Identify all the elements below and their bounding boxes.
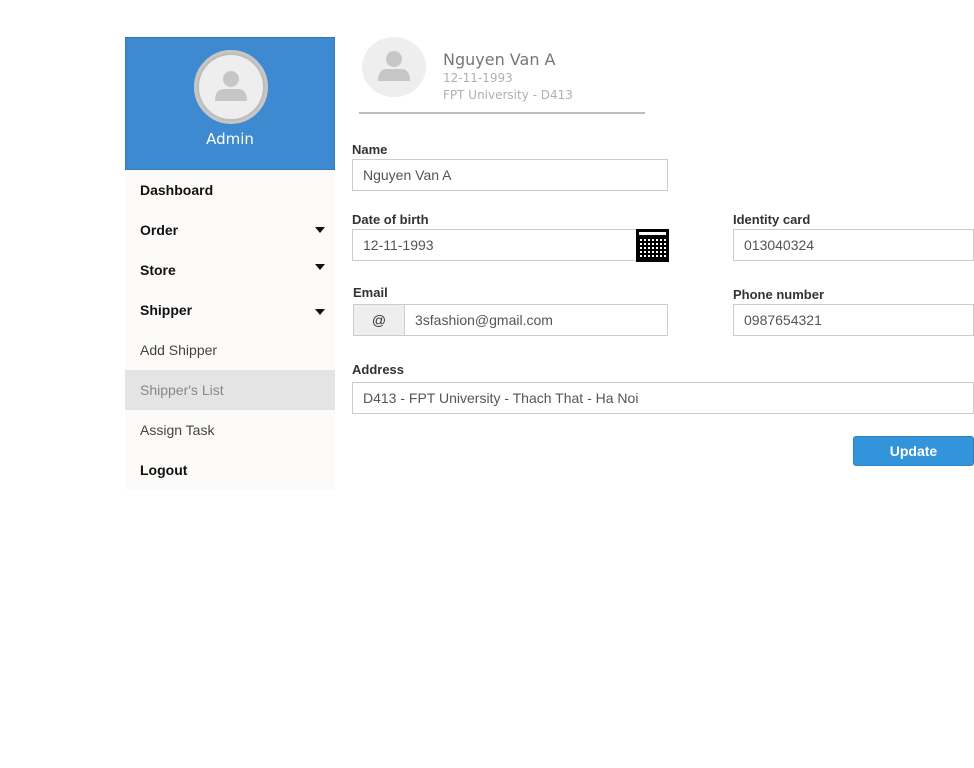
page: Admin Dashboard Order Store Shipper Add … [0,0,974,768]
calendar-icon[interactable] [636,229,669,262]
user-icon [199,55,263,119]
sidebar-item-shipper[interactable]: Shipper [125,290,335,330]
sidebar-item-label: Store [140,262,176,278]
dob-input[interactable] [352,229,638,261]
phone-label: Phone number [733,287,825,302]
update-button[interactable]: Update [853,436,974,466]
sidebar-item-logout[interactable]: Logout [125,450,335,490]
sidebar-menu: Dashboard Order Store Shipper Add Shippe… [125,170,335,490]
sidebar-item-label: Assign Task [140,422,215,438]
dob-label: Date of birth [352,212,429,227]
sidebar-item-label: Order [140,222,179,238]
email-label: Email [353,285,388,300]
sidebar-item-store[interactable]: Store [125,250,335,290]
sidebar-item-assign-task[interactable]: Assign Task [125,410,335,450]
sidebar: Admin Dashboard Order Store Shipper Add … [125,37,335,490]
profile-name: Admin [206,130,254,148]
sidebar-item-label: Dashboard [140,182,214,198]
user-icon [362,37,426,97]
caret-down-icon [315,309,325,315]
sidebar-item-add-shipper[interactable]: Add Shipper [125,330,335,370]
sidebar-item-label: Add Shipper [140,342,218,358]
sidebar-profile: Admin [125,37,335,170]
sidebar-item-label: Logout [140,462,188,478]
avatar [194,50,268,124]
name-input[interactable] [352,159,668,191]
sidebar-item-label: Shipper's List [140,382,224,398]
caret-down-icon [315,264,325,270]
sidebar-item-order[interactable]: Order [125,210,335,250]
sidebar-item-dashboard[interactable]: Dashboard [125,170,335,210]
header-name: Nguyen Van A [443,50,556,69]
header-school: FPT University - D413 [443,88,573,102]
caret-down-icon [315,227,325,233]
header-dob: 12-11-1993 [443,71,513,85]
email-input[interactable] [404,304,668,336]
name-label: Name [352,142,388,157]
profile-header: Nguyen Van A 12-11-1993 FPT University -… [359,37,645,114]
sidebar-item-shippers-list[interactable]: Shipper's List [125,370,335,410]
sidebar-item-label: Shipper [140,302,193,318]
email-addon: @ [353,304,405,336]
identity-card-label: Identity card [733,212,811,227]
address-label: Address [352,362,405,377]
phone-input[interactable] [733,304,974,336]
address-input[interactable] [352,382,974,414]
identity-card-input[interactable] [733,229,974,261]
